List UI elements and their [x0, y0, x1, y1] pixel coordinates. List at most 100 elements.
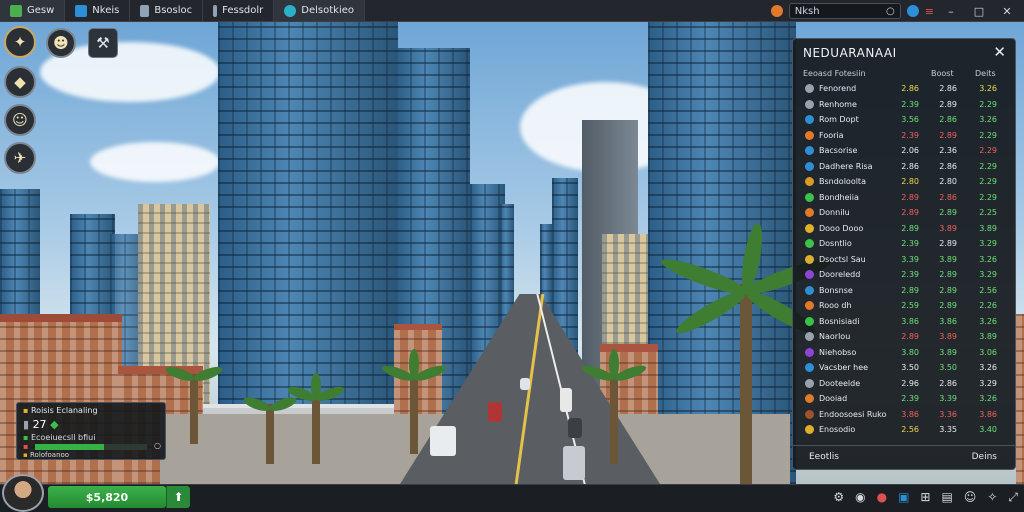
stat-row[interactable]: Dooo Dooo 2.89 3.89 3.89	[799, 221, 1011, 237]
resource-progress-fill	[35, 444, 105, 450]
stat-row[interactable]: Vacsber hee 3.50 3.50 3.26	[799, 360, 1011, 376]
tab-fessdolr[interactable]: Fessdolr	[203, 0, 275, 21]
stat-row[interactable]: Bosnisiadi 3.86 3.86 3.26	[799, 314, 1011, 330]
globe-icon[interactable]	[906, 5, 919, 17]
expand-icon[interactable]: ⤢	[1008, 490, 1018, 505]
stat-value-3: 2.29	[979, 192, 997, 202]
stat-value-1: 2.89	[901, 208, 919, 217]
car[interactable]	[560, 388, 572, 412]
settings-icon[interactable]: ⚙	[833, 490, 844, 505]
add-money-button[interactable]: ⬆	[166, 486, 190, 508]
grid-icon[interactable]: ⊞	[920, 490, 930, 505]
stat-value-1: 2.96	[901, 378, 919, 388]
menu-icon[interactable]: ≡	[925, 5, 934, 18]
stat-value-3: 3.26	[979, 363, 997, 372]
search-icon[interactable]: ○	[886, 6, 895, 17]
stat-value-2: 2.89	[939, 285, 957, 295]
tab-label: Gesw	[27, 5, 55, 16]
stat-row-icon	[805, 301, 814, 310]
stat-row[interactable]: Niehobso 3.80 3.89 3.06	[799, 345, 1011, 361]
panel-footer: Eeotlis Deins	[793, 445, 1015, 469]
browser-logo-icon[interactable]	[770, 5, 783, 17]
footer-right-button[interactable]: Deins	[972, 452, 997, 462]
advisor-icon[interactable]: ☻	[46, 28, 76, 58]
stat-row[interactable]: Bonsnse 2.89 2.89 2.56	[799, 283, 1011, 299]
panel-title: NEDUARANAAI	[803, 46, 897, 60]
palm-tree	[164, 364, 224, 444]
header-deits: Deits	[975, 69, 996, 78]
stat-row[interactable]: Renhome 2.39 2.89 2.29	[799, 97, 1011, 113]
stat-row[interactable]: Fenorend 2.86 2.86 3.26	[799, 81, 1011, 97]
stat-row[interactable]: Fooria 2.39 2.89 2.29	[799, 128, 1011, 144]
stat-row[interactable]: Dadhere Risa 2.86 2.86 2.29	[799, 159, 1011, 175]
chat-icon[interactable]: ▣	[898, 490, 909, 505]
car[interactable]	[430, 426, 456, 456]
stat-row[interactable]: Bondheiia 2.89 2.86 2.29	[799, 190, 1011, 206]
minimize-button[interactable]: –	[940, 5, 962, 18]
stat-value-1: 3.56	[901, 115, 919, 124]
stat-value-3: 3.26	[979, 254, 997, 264]
people-icon[interactable]: ☺	[964, 490, 977, 505]
stat-row[interactable]: Rooo dh 2.59 2.89 2.26	[799, 298, 1011, 314]
stat-value-1: 2.39	[901, 239, 919, 248]
footer-left-button[interactable]: Eeotlis	[809, 452, 839, 462]
stat-row-icon	[805, 378, 814, 388]
stat-row[interactable]: Naorlou 2.89 3.89 3.89	[799, 329, 1011, 345]
stat-value-1: 2.39	[901, 99, 919, 109]
system-tray: ⚙ ◉ ● ▣ ⊞ ▤ ☺ ✧ ⤢	[833, 490, 1018, 505]
car[interactable]	[563, 446, 585, 480]
camera-icon[interactable]: ◉	[855, 490, 865, 505]
compass-icon[interactable]: ✦	[4, 26, 36, 58]
stat-row-icon	[805, 115, 814, 124]
stat-row-name: Fooria	[819, 130, 844, 140]
stat-row-icon	[805, 394, 814, 403]
stat-value-3: 3.26	[979, 394, 997, 403]
car[interactable]	[520, 378, 530, 390]
stat-row-icon	[805, 363, 814, 372]
stat-row-icon	[805, 161, 814, 171]
gem-icon[interactable]: ◆	[4, 66, 36, 98]
close-icon[interactable]: ✕	[993, 43, 1006, 61]
stat-value-1: 2.89	[901, 285, 919, 295]
alert-icon[interactable]: ●	[877, 490, 887, 505]
stat-row[interactable]: Bsndoloolta 2.80 2.80 2.29	[799, 174, 1011, 190]
palm-tree	[580, 349, 648, 464]
stat-row[interactable]: Dooreledd 2.39 2.89 3.29	[799, 267, 1011, 283]
airplane-icon[interactable]: ✈	[4, 142, 36, 174]
car[interactable]	[488, 402, 502, 422]
resource-value-text: 27	[32, 418, 47, 431]
stat-row[interactable]: Bacsorise 2.06 2.36 2.29	[799, 143, 1011, 159]
palm-tree	[380, 349, 448, 454]
stat-value-3: 3.40	[979, 425, 997, 434]
citizen-icon[interactable]: ☺	[4, 104, 36, 136]
stat-row-name: Dsoctsl Sau	[819, 254, 866, 264]
address-bar[interactable]: Nksh ○	[788, 3, 901, 19]
stat-value-3: 3.29	[979, 378, 997, 388]
tab-delsotkieo[interactable]: Delsotkieo	[274, 0, 366, 21]
stat-row-name: Naorlou	[819, 332, 851, 341]
resource-title: ▪ Roisis Eclanaling	[23, 406, 98, 415]
tab-label: Delsotkieo	[301, 5, 355, 16]
stat-row[interactable]: Dooiad 2.39 3.39 3.26	[799, 391, 1011, 407]
tab-gesw[interactable]: Gesw	[0, 0, 66, 21]
stat-row[interactable]: Endoosoesi Ruko 3.86 3.36 3.86	[799, 407, 1011, 423]
star-icon[interactable]: ✧	[987, 490, 997, 505]
player-avatar[interactable]	[2, 474, 44, 512]
stat-row-name: Bsndoloolta	[819, 177, 866, 186]
stat-row[interactable]: Enosodio 2.56 3.35 3.40	[799, 422, 1011, 438]
brick-building	[1016, 314, 1024, 484]
car[interactable]	[568, 418, 582, 438]
map-icon[interactable]: ▤	[941, 490, 952, 505]
tab-nkeis[interactable]: Nkeis	[65, 0, 131, 21]
close-button[interactable]: ✕	[996, 5, 1018, 18]
stat-value-2: 2.86	[939, 84, 957, 93]
stat-row[interactable]: Donnilu 2.89 2.89 2.25	[799, 205, 1011, 221]
maximize-button[interactable]: □	[968, 5, 990, 18]
stat-row[interactable]: Dooteelde 2.96 2.86 3.29	[799, 376, 1011, 392]
stat-row[interactable]: Rom Dopt 3.56 2.86 3.26	[799, 112, 1011, 128]
tab-bsosloc[interactable]: Bsosloc	[130, 0, 204, 21]
build-tool-icon[interactable]: ⚒	[88, 28, 118, 58]
stat-row[interactable]: Dosntlio 2.39 2.89 3.29	[799, 236, 1011, 252]
toggle-icon[interactable]: ○	[154, 441, 161, 450]
stat-row[interactable]: Dsoctsl Sau 3.39 3.89 3.26	[799, 252, 1011, 268]
